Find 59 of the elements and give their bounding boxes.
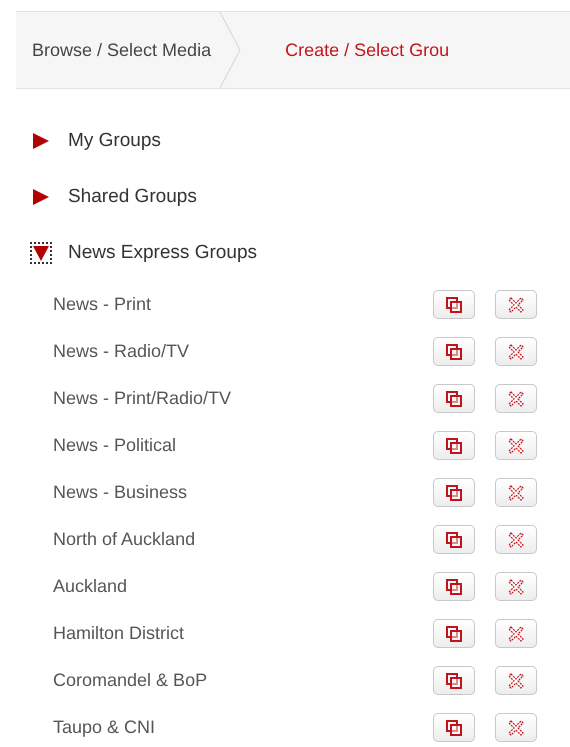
group-label[interactable]: My Groups (68, 130, 161, 152)
copy-button[interactable] (433, 713, 475, 742)
delete-button[interactable] (495, 384, 537, 413)
copy-button[interactable] (433, 666, 475, 695)
group-label[interactable]: Shared Groups (68, 186, 197, 208)
group-name[interactable]: News - Print (53, 294, 433, 315)
delete-icon (508, 390, 524, 406)
copy-button[interactable] (433, 525, 475, 554)
delete-button[interactable] (495, 619, 537, 648)
copy-icon (445, 436, 463, 454)
copy-icon (445, 342, 463, 360)
copy-icon (445, 578, 463, 596)
copy-icon (445, 390, 463, 408)
group-name[interactable]: News - Print/Radio/TV (53, 388, 433, 409)
copy-button[interactable] (433, 619, 475, 648)
delete-icon (508, 484, 524, 500)
copy-button[interactable] (433, 572, 475, 601)
delete-button[interactable] (495, 337, 537, 366)
delete-icon (508, 438, 524, 454)
group-name[interactable]: News - Radio/TV (53, 341, 433, 362)
delete-button[interactable] (495, 431, 537, 460)
delete-button[interactable] (495, 525, 537, 554)
copy-button[interactable] (433, 384, 475, 413)
delete-button[interactable] (495, 290, 537, 319)
copy-button[interactable] (433, 290, 475, 319)
copy-icon (445, 484, 463, 502)
delete-button[interactable] (495, 478, 537, 507)
delete-button[interactable] (495, 666, 537, 695)
copy-button[interactable] (433, 478, 475, 507)
copy-icon (445, 718, 463, 736)
delete-icon (508, 532, 524, 548)
delete-icon (508, 578, 524, 594)
group-label[interactable]: News Express Groups (68, 242, 258, 264)
group-name[interactable]: Auckland (53, 576, 433, 597)
delete-icon (508, 296, 524, 312)
group-name[interactable]: Taupo & CNI (53, 717, 433, 738)
group-name[interactable]: North of Auckland (53, 529, 433, 550)
group-name[interactable]: News - Political (53, 435, 433, 456)
down-triangle-icon (32, 244, 50, 262)
group-name[interactable]: News - Business (53, 482, 433, 503)
copy-icon (445, 296, 463, 314)
group-name[interactable]: Hamilton District (53, 623, 433, 644)
right-triangle-icon (32, 132, 50, 150)
copy-icon (445, 530, 463, 548)
copy-button[interactable] (433, 431, 475, 460)
breadcrumb-step[interactable]: Create / Select Grou (269, 12, 450, 88)
delete-icon (508, 720, 524, 736)
delete-button[interactable] (495, 572, 537, 601)
copy-icon (445, 672, 463, 690)
copy-icon (445, 624, 463, 642)
right-triangle-icon (32, 188, 50, 206)
delete-icon (508, 344, 524, 360)
group-name[interactable]: Coromandel & BoP (53, 670, 433, 691)
breadcrumb-step[interactable]: Browse / Select Media (16, 12, 212, 88)
delete-icon (508, 626, 524, 642)
copy-button[interactable] (433, 337, 475, 366)
delete-icon (508, 672, 524, 688)
collapse-toggle[interactable] (30, 242, 52, 264)
delete-button[interactable] (495, 713, 537, 742)
